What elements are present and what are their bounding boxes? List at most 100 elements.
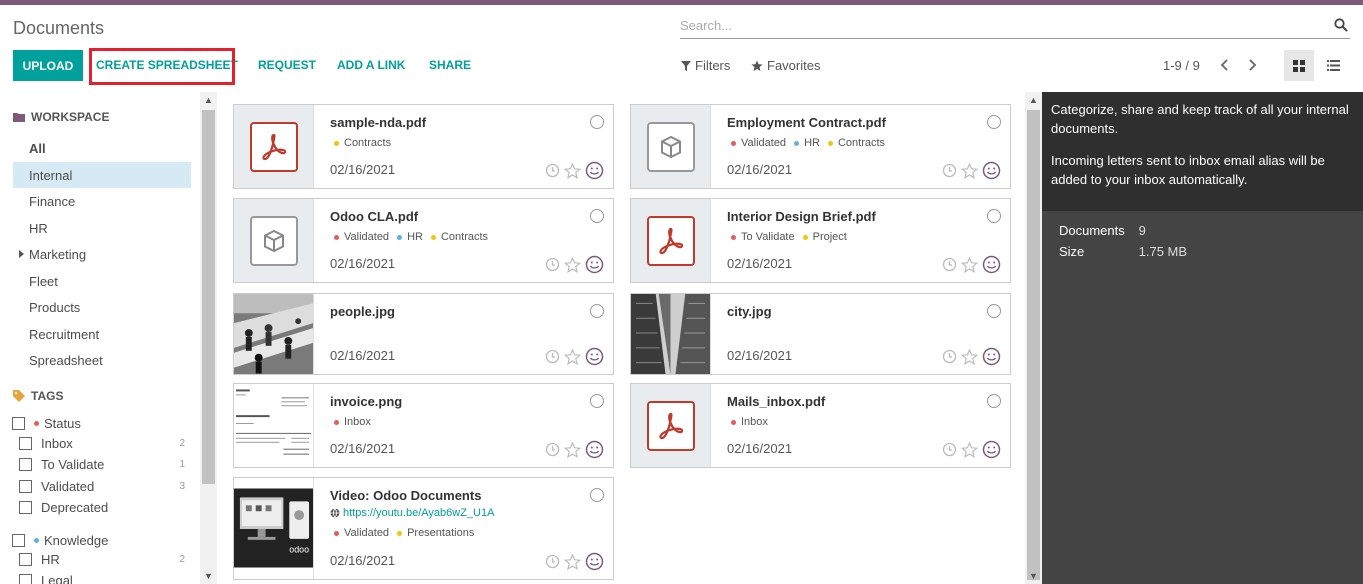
document-thumbnail[interactable] xyxy=(234,199,314,282)
tag-item-deprecated[interactable]: Deprecated xyxy=(19,500,185,515)
scrollbar-thumb[interactable] xyxy=(202,110,215,484)
select-radio[interactable] xyxy=(590,394,604,408)
scroll-up-icon[interactable]: ▲ xyxy=(204,95,213,105)
document-thumbnail[interactable] xyxy=(631,199,711,282)
document-name[interactable]: Odoo CLA.pdf xyxy=(330,209,418,224)
checkbox[interactable] xyxy=(19,458,32,471)
checkbox[interactable] xyxy=(19,480,32,493)
select-radio[interactable] xyxy=(987,394,1001,408)
avatar-icon[interactable] xyxy=(982,161,1001,180)
search-input[interactable] xyxy=(680,13,1320,37)
search-icon[interactable] xyxy=(1334,18,1348,32)
checkbox[interactable] xyxy=(19,574,32,584)
sidebar-scrollbar[interactable]: ▲ ▼ xyxy=(200,92,217,584)
select-radio[interactable] xyxy=(590,115,604,129)
list-view-button[interactable] xyxy=(1318,50,1348,81)
clock-icon[interactable] xyxy=(545,257,560,272)
checkbox[interactable] xyxy=(12,417,25,430)
request-button[interactable]: REQUEST xyxy=(258,58,316,72)
select-radio[interactable] xyxy=(987,115,1001,129)
tag-item-validated[interactable]: Validated 3 xyxy=(19,479,185,494)
document-thumbnail[interactable] xyxy=(631,294,711,374)
avatar-icon[interactable] xyxy=(982,440,1001,459)
document-card[interactable]: Mails_inbox.pdf Inbox 02/16/2021 xyxy=(630,383,1011,468)
tag-item-inbox[interactable]: Inbox 2 xyxy=(19,436,185,451)
document-card[interactable]: odoo Video: Odoo Documents https://youtu… xyxy=(233,477,614,580)
scroll-down-icon[interactable]: ▼ xyxy=(204,571,213,581)
workspace-item-recruitment[interactable]: Recruitment xyxy=(13,321,191,347)
avatar-icon[interactable] xyxy=(585,161,604,180)
kanban-view-button[interactable] xyxy=(1284,50,1314,81)
star-icon[interactable] xyxy=(961,348,978,365)
star-icon[interactable] xyxy=(961,441,978,458)
document-url[interactable]: https://youtu.be/Ayab6wZ_U1A xyxy=(330,507,494,519)
workspace-item-marketing[interactable]: Marketing xyxy=(13,241,191,267)
star-icon[interactable] xyxy=(564,256,581,273)
checkbox[interactable] xyxy=(19,553,32,566)
clock-icon[interactable] xyxy=(942,257,957,272)
star-icon[interactable] xyxy=(961,256,978,273)
document-card[interactable]: Odoo CLA.pdf Validated HR Contracts 02/1… xyxy=(233,198,614,283)
document-name[interactable]: people.jpg xyxy=(330,304,395,319)
avatar-icon[interactable] xyxy=(585,347,604,366)
clock-icon[interactable] xyxy=(545,442,560,457)
select-radio[interactable] xyxy=(987,304,1001,318)
checkbox[interactable] xyxy=(19,437,32,450)
document-name[interactable]: Mails_inbox.pdf xyxy=(727,394,825,409)
tag-item-hr[interactable]: HR 2 xyxy=(19,552,185,567)
document-thumbnail[interactable] xyxy=(234,294,314,374)
clock-icon[interactable] xyxy=(545,554,560,569)
star-icon[interactable] xyxy=(564,162,581,179)
clock-icon[interactable] xyxy=(545,349,560,364)
document-card[interactable]: Interior Design Brief.pdf To Validate Pr… xyxy=(630,198,1011,283)
chevron-left-icon[interactable] xyxy=(1218,58,1232,72)
document-thumbnail[interactable]: odoo xyxy=(234,478,314,579)
scrollbar-thumb[interactable] xyxy=(1027,110,1040,580)
clock-icon[interactable] xyxy=(942,349,957,364)
caret-right-icon[interactable] xyxy=(19,250,24,258)
document-card[interactable]: city.jpg 02/16/2021 xyxy=(630,293,1011,375)
document-name[interactable]: sample-nda.pdf xyxy=(330,115,426,130)
document-thumbnail[interactable] xyxy=(234,384,314,467)
favorites-button[interactable]: Favorites xyxy=(751,58,820,73)
document-thumbnail[interactable] xyxy=(234,105,314,188)
clock-icon[interactable] xyxy=(942,163,957,178)
select-radio[interactable] xyxy=(590,209,604,223)
search-bar[interactable] xyxy=(680,13,1350,39)
upload-button[interactable]: UPLOAD xyxy=(13,50,83,81)
document-name[interactable]: Employment Contract.pdf xyxy=(727,115,886,130)
add-link-button[interactable]: ADD A LINK xyxy=(337,58,405,72)
star-icon[interactable] xyxy=(564,441,581,458)
document-card[interactable]: sample-nda.pdf Contracts 02/16/2021 xyxy=(233,104,614,189)
star-icon[interactable] xyxy=(961,162,978,179)
pager-value[interactable]: 1-9 / 9 xyxy=(1163,58,1200,73)
document-card[interactable]: Employment Contract.pdf Validated HR Con… xyxy=(630,104,1011,189)
chevron-right-icon[interactable] xyxy=(1245,58,1259,72)
star-icon[interactable] xyxy=(564,553,581,570)
document-name[interactable]: Interior Design Brief.pdf xyxy=(727,209,876,224)
avatar-icon[interactable] xyxy=(982,347,1001,366)
document-name[interactable]: invoice.png xyxy=(330,394,402,409)
checkbox[interactable] xyxy=(12,534,25,547)
tag-item-legal[interactable]: Legal xyxy=(19,573,185,584)
workspace-item-products[interactable]: Products xyxy=(13,294,191,320)
workspace-item-hr[interactable]: HR xyxy=(13,215,191,241)
checkbox[interactable] xyxy=(19,501,32,514)
scroll-down-icon[interactable]: ▼ xyxy=(1029,571,1038,581)
workspace-item-fleet[interactable]: Fleet xyxy=(13,268,191,294)
document-card[interactable]: people.jpg 02/16/2021 xyxy=(233,293,614,375)
workspace-item-internal[interactable]: Internal xyxy=(13,162,191,188)
document-name[interactable]: Video: Odoo Documents xyxy=(330,488,481,503)
workspace-item-spreadsheet[interactable]: Spreadsheet xyxy=(13,347,191,373)
filters-button[interactable]: Filters xyxy=(681,58,730,73)
url-link[interactable]: https://youtu.be/Ayab6wZ_U1A xyxy=(343,507,494,519)
avatar-icon[interactable] xyxy=(585,255,604,274)
avatar-icon[interactable] xyxy=(585,440,604,459)
tag-group-knowledge[interactable]: Knowledge xyxy=(12,533,108,548)
tag-item-to-validate[interactable]: To Validate 1 xyxy=(19,457,185,472)
avatar-icon[interactable] xyxy=(982,255,1001,274)
workspace-item-finance[interactable]: Finance xyxy=(13,188,191,214)
tag-group-status[interactable]: Status xyxy=(12,416,81,431)
clock-icon[interactable] xyxy=(942,442,957,457)
document-thumbnail[interactable] xyxy=(631,384,711,467)
